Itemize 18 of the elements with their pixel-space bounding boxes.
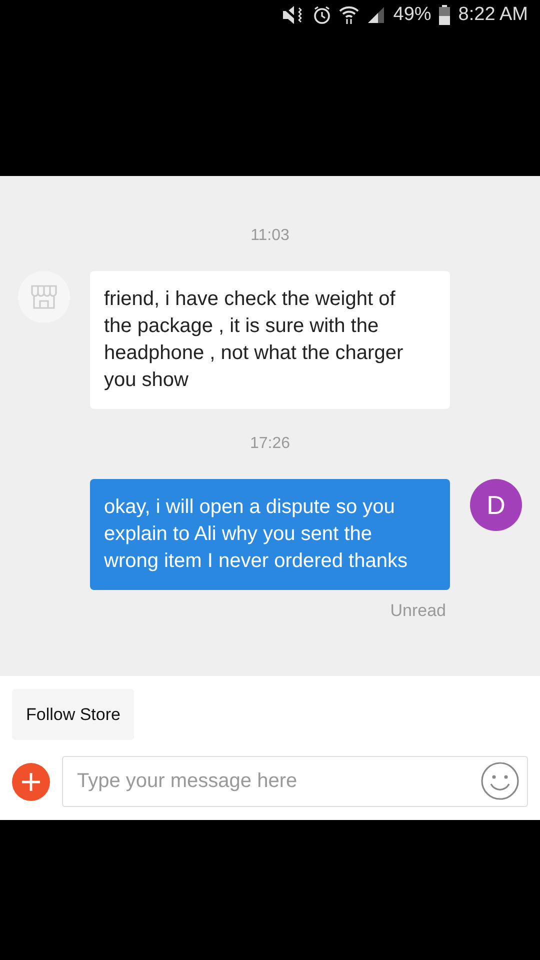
- add-button[interactable]: [12, 762, 50, 800]
- message-time: 11:03: [250, 227, 290, 244]
- battery-percent: 49%: [393, 2, 432, 27]
- read-status: Unread: [390, 601, 446, 620]
- wifi-icon: [339, 5, 360, 25]
- plus-icon: [21, 772, 41, 792]
- message-time: 17:26: [250, 435, 290, 452]
- message-input-field[interactable]: Type your message here: [62, 756, 528, 807]
- alarm-icon: [313, 6, 332, 24]
- emoji-icon[interactable]: [480, 761, 520, 801]
- sent-message-bubble: okay, i will open a dispute so you explain to Ali why you sent the wrong item I never ordered thanks: [90, 479, 450, 590]
- battery-icon: [439, 5, 450, 25]
- store-icon: [30, 284, 58, 310]
- user-avatar: D: [470, 479, 522, 531]
- received-message-bubble: friend, i have check the weight of the package , it is sure with the headphone , not what the charger you show: [90, 271, 450, 409]
- clock-time: 8:22 AM: [458, 2, 528, 27]
- follow-store-button[interactable]: Follow Store: [12, 689, 134, 740]
- signal-icon: [367, 6, 386, 24]
